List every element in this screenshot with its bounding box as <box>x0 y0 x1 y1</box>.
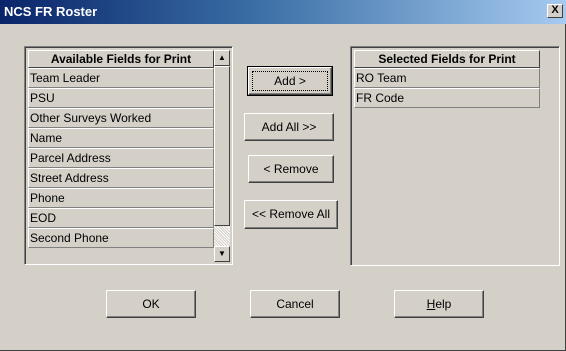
available-item-eod[interactable]: EOD <box>28 208 214 228</box>
remove-all-button-label: << Remove All <box>251 207 331 221</box>
help-button[interactable]: Help <box>394 290 484 318</box>
available-item-parcel-address[interactable]: Parcel Address <box>28 148 214 168</box>
available-item-second-phone[interactable]: Second Phone <box>28 228 214 248</box>
available-item-psu[interactable]: PSU <box>28 88 214 108</box>
scroll-thumb[interactable] <box>214 66 230 226</box>
help-label-rest: elp <box>435 297 452 311</box>
remove-all-button[interactable]: << Remove All <box>244 200 338 229</box>
add-all-button-label: Add All >> <box>261 120 317 134</box>
available-item-phone[interactable]: Phone <box>28 188 214 208</box>
dialog-window: NCS FR Roster X Available Fields for Pri… <box>0 0 566 351</box>
selected-fields-header: Selected Fields for Print <box>354 50 540 68</box>
window-title: NCS FR Roster <box>4 4 98 19</box>
ok-button[interactable]: OK <box>106 290 196 318</box>
cancel-button[interactable]: Cancel <box>250 290 340 318</box>
arrow-up-icon: ▲ <box>218 53 226 62</box>
available-fields-list[interactable]: Available Fields for Print Team Leader P… <box>24 46 233 265</box>
available-item-name[interactable]: Name <box>28 128 214 148</box>
available-item-street-address[interactable]: Street Address <box>28 168 214 188</box>
selected-fields-list[interactable]: Selected Fields for Print RO Team FR Cod… <box>350 46 560 266</box>
available-item-other-surveys-worked[interactable]: Other Surveys Worked <box>28 108 214 128</box>
remove-button[interactable]: < Remove <box>248 155 334 183</box>
title-bar[interactable]: NCS FR Roster X <box>0 0 566 24</box>
selected-item-ro-team[interactable]: RO Team <box>354 68 540 88</box>
available-fields-header: Available Fields for Print <box>28 50 214 68</box>
cancel-button-label: Cancel <box>276 297 314 311</box>
add-button-label: Add > <box>274 74 306 88</box>
close-button[interactable]: X <box>547 4 563 18</box>
close-icon: X <box>551 4 559 16</box>
add-all-button[interactable]: Add All >> <box>244 113 334 141</box>
remove-button-label: < Remove <box>263 162 319 176</box>
available-item-team-leader[interactable]: Team Leader <box>28 68 214 88</box>
help-button-label: Help <box>427 297 452 311</box>
scroll-up-button[interactable]: ▲ <box>214 50 230 66</box>
ok-button-label: OK <box>142 297 160 311</box>
selected-item-fr-code[interactable]: FR Code <box>354 88 540 108</box>
scroll-down-button[interactable]: ▼ <box>214 246 230 262</box>
available-scrollbar[interactable]: ▲ ▼ <box>214 50 230 262</box>
add-button[interactable]: Add > <box>247 66 333 96</box>
arrow-down-icon: ▼ <box>218 249 226 258</box>
